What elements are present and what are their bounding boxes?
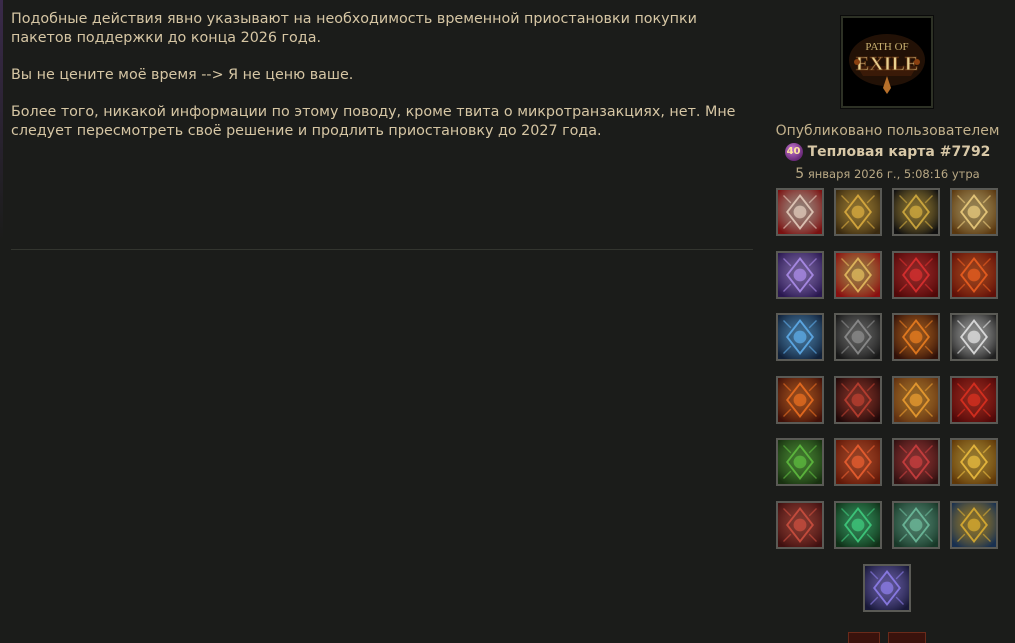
achievement-badge[interactable]	[892, 438, 940, 486]
post-body: Подобные действия явно указывают на необ…	[11, 10, 753, 159]
gold-skull-badge-icon	[952, 190, 996, 234]
red-knight-badge-icon	[778, 502, 822, 547]
achievement-badge[interactable]	[776, 500, 824, 549]
dark-chain-badge-icon	[836, 315, 880, 359]
achievement-badge[interactable]	[834, 188, 882, 236]
post-divider	[11, 249, 753, 250]
achievement-badge[interactable]	[834, 375, 882, 424]
red-beast-badge-icon	[952, 377, 996, 422]
achievement-badge[interactable]	[776, 313, 824, 361]
fire-gate-badge-icon	[778, 377, 822, 422]
post-date-day: 5	[795, 166, 805, 182]
blue-sword-badge-icon	[778, 315, 822, 359]
gold-emblem-badge-icon	[836, 190, 880, 234]
white-sigil-badge-icon	[952, 315, 996, 359]
posted-by-label: Опубликовано пользователем	[775, 123, 1000, 139]
achievement-badge[interactable]	[776, 188, 824, 236]
blue-gold-crest-badge-icon	[952, 502, 996, 547]
purple-crystal-badge-icon	[778, 252, 822, 297]
jade-skull-badge-icon	[894, 502, 938, 547]
crimson-mask-badge-icon	[894, 440, 938, 484]
achievement-badge[interactable]	[950, 250, 998, 299]
achievement-badge[interactable]	[776, 438, 824, 486]
post-paragraph: Подобные действия явно указывают на необ…	[11, 11, 697, 46]
svg-text:PATH OF: PATH OF	[865, 41, 908, 53]
fire-portal-badge-icon	[894, 315, 938, 359]
void-hand-badge-icon	[865, 566, 909, 610]
gold-red-banner-badge-icon	[836, 252, 880, 297]
post-paragraph: Вы не цените моё время --> Я не ценю ваш…	[11, 67, 354, 83]
red-wings-badge-icon	[778, 190, 822, 234]
avatar[interactable]: PATH OF EXILE	[841, 16, 933, 108]
achievement-badge[interactable]	[834, 250, 882, 299]
svg-text:EXILE: EXILE	[856, 53, 918, 75]
achievement-badge[interactable]	[950, 500, 998, 549]
achievement-badge[interactable]	[776, 375, 824, 424]
level-badge: 40	[784, 143, 803, 161]
red-skull-badge-icon	[836, 440, 880, 484]
achievement-badge[interactable]	[892, 250, 940, 299]
post-date: 5 января 2026 г., 5:08:16 утра	[770, 166, 1005, 182]
path-of-exile-logo-icon: PATH OF EXILE	[843, 18, 931, 106]
achievement-badge[interactable]	[892, 313, 940, 361]
achievement-badge[interactable]	[834, 438, 882, 486]
green-demon-badge-icon	[836, 502, 880, 547]
green-guardian-badge-icon	[778, 440, 822, 484]
author-line: 40 Тепловая карта #7792	[770, 143, 1005, 161]
achievement-badge[interactable]	[892, 375, 940, 424]
page-edge-accent	[0, 0, 3, 240]
achievement-badge[interactable]	[950, 313, 998, 361]
post-paragraph: Более того, никакой информации по этому …	[11, 104, 736, 139]
achievement-badge[interactable]	[776, 250, 824, 299]
golden-sun-badge-icon	[952, 440, 996, 484]
achievement-badge[interactable]	[892, 188, 940, 236]
achievement-badge[interactable]	[950, 188, 998, 236]
author-link[interactable]: Тепловая карта #7792	[808, 144, 991, 160]
achievement-badge[interactable]	[834, 313, 882, 361]
achievement-badge[interactable]	[892, 500, 940, 549]
red-demon-badge-icon	[952, 252, 996, 297]
gold-diamond-badge-icon	[894, 190, 938, 234]
achievement-badge[interactable]	[834, 500, 882, 549]
red-orb-badge-icon	[894, 252, 938, 297]
achievement-badge[interactable]	[863, 564, 911, 612]
flame-arch-badge-icon	[894, 377, 938, 422]
achievement-badge[interactable]	[950, 438, 998, 486]
post-date-rest: января 2026 г., 5:08:16 утра	[804, 167, 980, 181]
dark-helm-badge-icon	[836, 377, 880, 422]
achievement-badge[interactable]	[950, 375, 998, 424]
